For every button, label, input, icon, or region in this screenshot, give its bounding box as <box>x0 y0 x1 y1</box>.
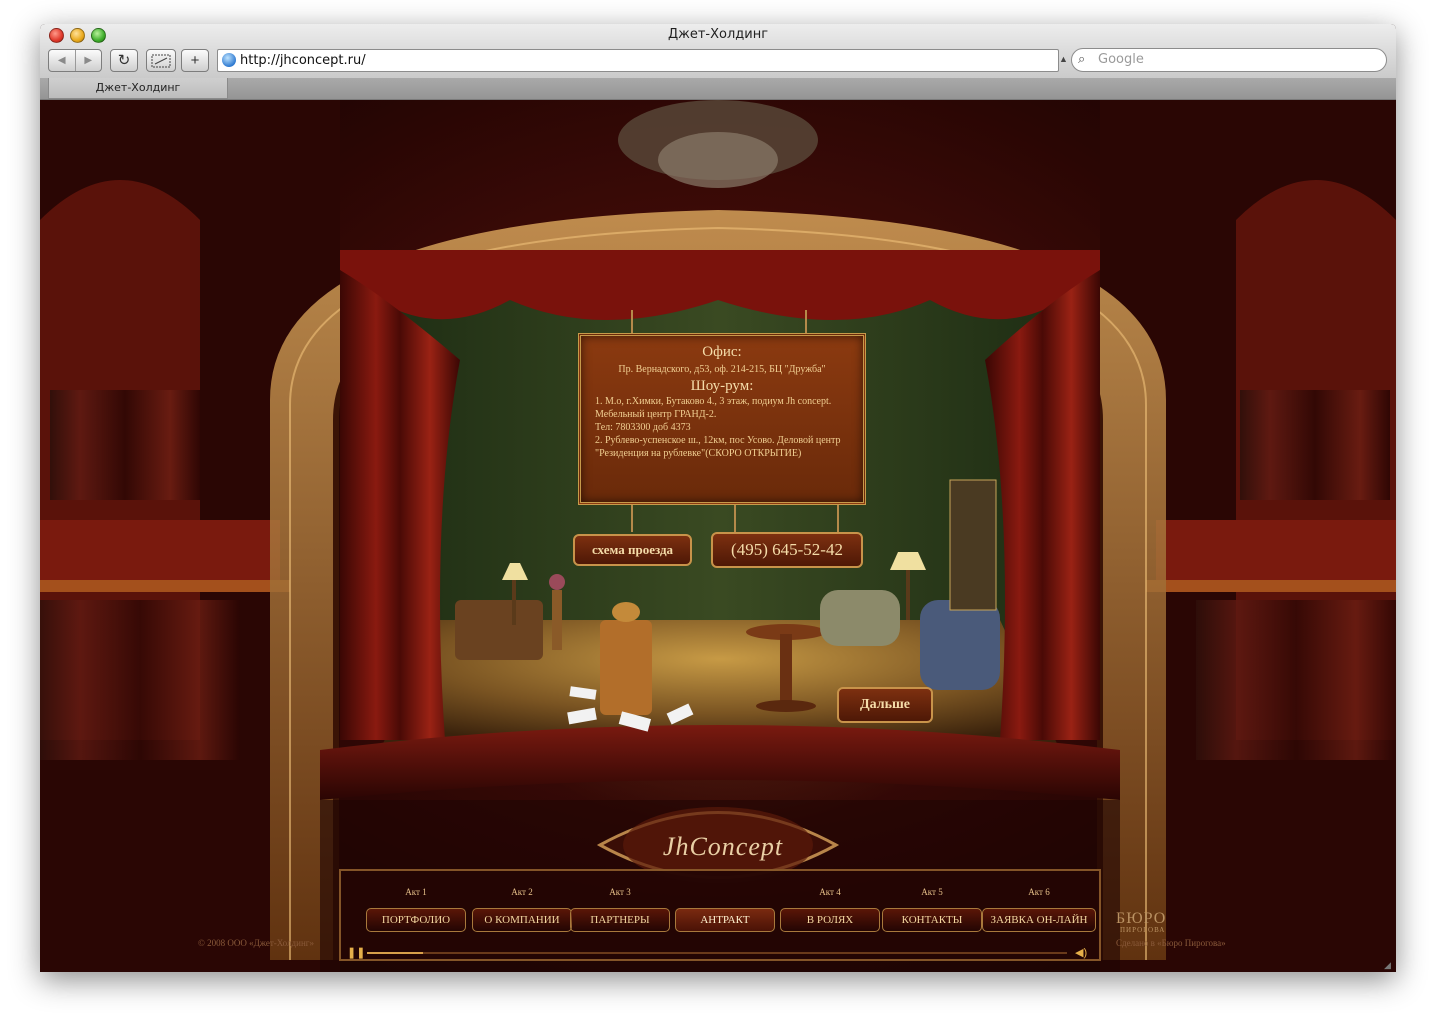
page-viewport: Офис: Пр. Вернадского, д53, оф. 214-215,… <box>40 100 1396 972</box>
act-label <box>675 885 775 899</box>
act-label: Акт 1 <box>405 887 427 897</box>
back-icon: ◀ <box>57 55 66 66</box>
forward-button[interactable]: ▶ <box>74 50 102 71</box>
progress-fill <box>367 952 423 954</box>
minimize-window-icon[interactable] <box>70 28 85 43</box>
nav-item-partners[interactable]: Акт 3 ПАРТНЕРЫ <box>570 885 670 945</box>
route-map-button[interactable]: схема проезда <box>573 534 692 566</box>
nav-label[interactable]: АНТРАКТ <box>675 908 775 932</box>
copyright-text: © 2008 ООО «Джет-Холдинг» <box>198 938 314 948</box>
back-forward-group: ◀ ▶ <box>48 49 102 72</box>
reload-icon: ↻ <box>117 52 131 69</box>
window-title: Джет-Холдинг <box>667 27 769 42</box>
act-label: Акт 2 <box>511 887 533 897</box>
globe-icon <box>222 53 236 67</box>
nav-label[interactable]: КОНТАКТЫ <box>882 908 982 932</box>
zoom-window-icon[interactable] <box>91 28 106 43</box>
search-field[interactable]: ⌕ <box>1071 48 1387 72</box>
main-navigation: Акт 1 ПОРТФОЛИО Акт 2 О КОМПАНИИ Акт 3 П… <box>360 885 1100 945</box>
office-heading: Офис: <box>702 344 742 360</box>
search-input[interactable] <box>1098 51 1368 68</box>
nav-item-intermission[interactable]: АНТРАКТ <box>675 885 775 945</box>
tab-bar: Джет-Холдинг <box>40 78 1396 99</box>
browser-toolbar: ◀ ▶ ↻ + ▲ ⌕ <box>40 48 1396 74</box>
snippet-icon <box>151 54 171 68</box>
nav-label[interactable]: ЗАЯВКА ОН-ЛАЙН <box>982 908 1096 932</box>
buro-logo-sub: ПИРОГОВА <box>1120 926 1166 934</box>
showroom-heading: Шоу-рум: <box>690 378 754 394</box>
showroom-address-1: 1. М.о, г.Химки, Бутаково 4., 3 этаж, по… <box>595 396 832 420</box>
nav-item-portfolio[interactable]: Акт 1 ПОРТФОЛИО <box>366 885 466 945</box>
made-by-link[interactable]: Сделано в «Бюро Пирогова» <box>1116 938 1226 948</box>
phone-number: (495) 645-52-42 <box>711 532 863 568</box>
snippet-button[interactable] <box>146 49 176 72</box>
browser-chrome: Джет-Холдинг ◀ ▶ ↻ + ▲ ⌕ <box>40 24 1396 100</box>
add-bookmark-button[interactable]: + <box>181 49 209 72</box>
nav-label[interactable]: В РОЛЯХ <box>780 908 880 932</box>
nav-item-roles[interactable]: Акт 4 В РОЛЯХ <box>780 885 880 945</box>
progress-track[interactable] <box>367 952 1067 954</box>
nav-label[interactable]: ПАРТНЕРЫ <box>570 908 670 932</box>
next-button[interactable]: Дальше <box>837 687 933 723</box>
pause-icon[interactable]: ❚❚ <box>347 947 365 959</box>
address-bar[interactable] <box>217 49 1059 72</box>
url-input[interactable] <box>240 51 1040 69</box>
act-label: Акт 6 <box>1028 887 1050 897</box>
office-address: Пр. Вернадского, д53, оф. 214-215, БЦ "Д… <box>618 364 826 375</box>
reload-button[interactable]: ↻ <box>110 49 138 72</box>
music-player: ❚❚ ◀) <box>347 947 1089 959</box>
showroom-phone: Тел: 7803300 доб 4373 <box>595 422 691 433</box>
browser-window: Джет-Холдинг ◀ ▶ ↻ + ▲ ⌕ <box>40 24 1396 972</box>
showroom-address-2: 2. Рублево-успенское ш., 12км, пос Усово… <box>595 435 841 459</box>
act-label: Акт 5 <box>921 887 943 897</box>
back-button[interactable]: ◀ <box>49 50 75 71</box>
forward-icon: ▶ <box>84 55 93 66</box>
close-window-icon[interactable] <box>49 28 64 43</box>
volume-icon[interactable]: ◀) <box>1075 947 1089 959</box>
search-icon: ⌕ <box>1078 51 1086 66</box>
nav-label[interactable]: ПОРТФОЛИО <box>366 908 466 932</box>
tab-dzhet-holding[interactable]: Джет-Холдинг <box>48 78 228 99</box>
traffic-lights <box>49 28 112 48</box>
jhconcept-logo[interactable]: JhConcept <box>638 832 808 862</box>
nav-label[interactable]: О КОМПАНИИ <box>472 908 572 932</box>
nav-item-order-online[interactable]: Акт 6 ЗАЯВКА ОН-ЛАЙН <box>982 885 1096 945</box>
url-dropdown-icon[interactable]: ▲ <box>1059 54 1068 64</box>
nav-item-contacts[interactable]: Акт 5 КОНТАКТЫ <box>882 885 982 945</box>
act-label: Акт 3 <box>609 887 631 897</box>
act-label: Акт 4 <box>819 887 841 897</box>
resize-grip-icon[interactable]: ◢ <box>1384 960 1394 970</box>
nav-item-about[interactable]: Акт 2 О КОМПАНИИ <box>472 885 572 945</box>
address-signboard: Офис: Пр. Вернадского, д53, оф. 214-215,… <box>578 333 866 505</box>
